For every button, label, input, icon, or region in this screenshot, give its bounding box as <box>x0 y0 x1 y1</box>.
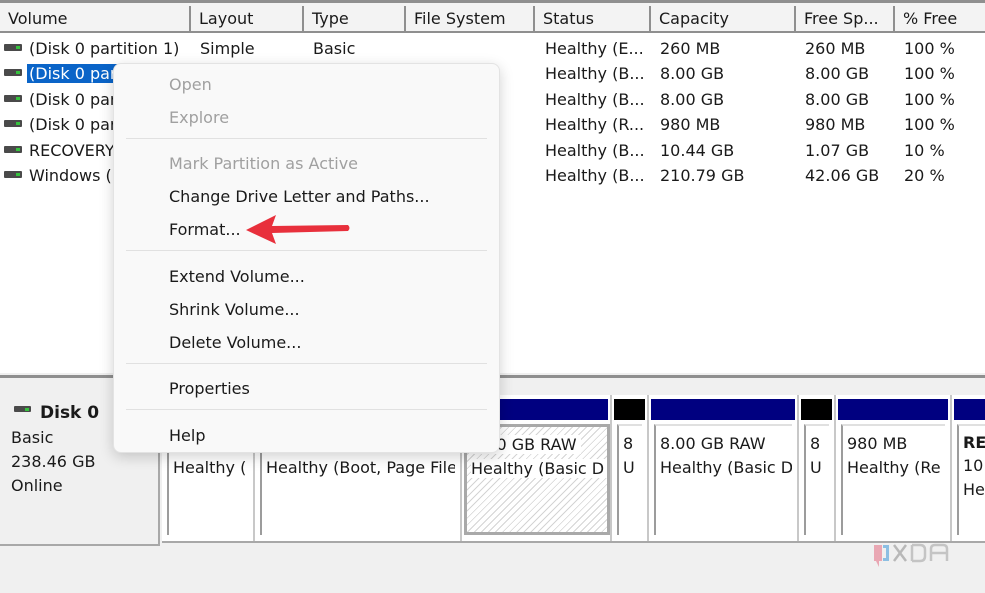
menu-separator <box>126 138 487 139</box>
capacity-cell: 260 MB <box>660 39 721 58</box>
disk-size: 238.46 GB <box>11 452 96 471</box>
partition-status: U <box>810 458 822 477</box>
column-header-volume[interactable]: Volume <box>0 6 191 32</box>
partition-size: 8 <box>810 434 821 453</box>
menu-item-explore[interactable]: Explore <box>114 104 499 132</box>
status-cell: Healthy (B... <box>545 166 645 185</box>
percent-free-cell: 100 % <box>904 64 955 83</box>
status-cell: Healthy (B... <box>545 64 645 83</box>
disk-state: Online <box>11 476 63 495</box>
unallocated-bar <box>801 399 832 420</box>
disk-icon <box>14 406 31 412</box>
percent-free-cell: 100 % <box>904 90 955 109</box>
drive-icon <box>4 95 22 102</box>
partition-status: U <box>623 458 635 477</box>
volume-name: (Disk 0 partition 1) <box>29 39 180 58</box>
percent-free-cell: 100 % <box>904 39 955 58</box>
partition-status: He <box>963 480 985 499</box>
context-menu: Open Explore Mark Partition as Active Ch… <box>113 63 500 453</box>
column-header-status[interactable]: Status <box>535 6 651 32</box>
volume-name: (Disk 0 par <box>29 115 117 134</box>
menu-item-change-drive-letter[interactable]: Change Drive Letter and Paths... <box>114 183 499 211</box>
menu-separator <box>126 250 487 251</box>
drive-icon <box>4 171 22 178</box>
partition-status: Healthy (Re <box>847 458 941 477</box>
unallocated-block[interactable]: 8 U <box>612 395 649 541</box>
status-cell: Healthy (B... <box>545 141 645 160</box>
menu-item-properties[interactable]: Properties <box>114 375 499 403</box>
status-cell: Healthy (E... <box>545 39 644 58</box>
column-header-capacity[interactable]: Capacity <box>651 6 796 32</box>
column-header-type[interactable]: Type <box>304 6 406 32</box>
partition-block[interactable]: 8.00 GB RAW Healthy (Basic D <box>649 395 799 541</box>
partition-block[interactable]: 980 MB Healthy (Re <box>836 395 952 541</box>
xda-watermark-logo <box>874 543 949 567</box>
layout-cell: Simple <box>200 39 255 58</box>
partition-label: RE <box>963 433 985 452</box>
partition-bar <box>954 399 985 420</box>
capacity-cell: 980 MB <box>660 115 721 134</box>
status-cell: Healthy (R... <box>545 115 645 134</box>
partition-size: 980 MB <box>847 434 908 453</box>
drive-icon <box>4 44 22 51</box>
menu-item-extend-volume[interactable]: Extend Volume... <box>114 263 499 291</box>
partition-status: Healthy (Basic D <box>471 459 607 478</box>
capacity-cell: 210.79 GB <box>660 166 745 185</box>
menu-item-mark-active[interactable]: Mark Partition as Active <box>114 150 499 178</box>
partition-block[interactable]: RE 10 He <box>952 395 985 541</box>
percent-free-cell: 100 % <box>904 115 955 134</box>
column-header-free-space[interactable]: Free Sp... <box>796 6 895 32</box>
drive-icon <box>4 146 22 153</box>
free-space-cell: 42.06 GB <box>805 166 880 185</box>
capacity-cell: 8.00 GB <box>660 90 725 109</box>
annotation-arrow-icon <box>246 215 350 244</box>
menu-item-delete-volume[interactable]: Delete Volume... <box>114 329 499 357</box>
menu-item-shrink-volume[interactable]: Shrink Volume... <box>114 296 499 324</box>
free-space-cell: 1.07 GB <box>805 141 870 160</box>
menu-item-open[interactable]: Open <box>114 71 499 99</box>
volume-name: (Disk 0 par <box>29 90 117 109</box>
status-cell: Healthy (B... <box>545 90 645 109</box>
partition-size: 8.00 GB RAW <box>660 434 766 453</box>
partition-bar <box>838 399 948 420</box>
volume-row[interactable]: (Disk 0 partition 1) Simple Basic Health… <box>0 36 985 61</box>
menu-separator <box>126 363 487 364</box>
free-space-cell: 8.00 GB <box>805 64 870 83</box>
column-header-file-system[interactable]: File System <box>406 6 535 32</box>
unallocated-block[interactable]: 8 U <box>799 395 836 541</box>
volume-name: RECOVERY <box>29 141 115 160</box>
percent-free-cell: 20 % <box>904 166 945 185</box>
capacity-cell: 10.44 GB <box>660 141 735 160</box>
partition-status: Healthy (Boot, Page File <box>266 458 455 477</box>
partition-size: 8 <box>623 434 634 453</box>
free-space-cell: 260 MB <box>805 39 866 58</box>
drive-icon <box>4 120 22 127</box>
partition-bar <box>651 399 795 420</box>
unallocated-bar <box>614 399 645 420</box>
column-header-percent-free[interactable]: % Free <box>895 6 985 32</box>
column-header-layout[interactable]: Layout <box>191 6 304 32</box>
menu-separator <box>126 409 487 410</box>
partition-status: Healthy (Basic D <box>660 458 792 477</box>
disk-name: Disk 0 <box>40 403 100 423</box>
free-space-cell: 980 MB <box>805 115 866 134</box>
partition-status: Healthy ( <box>173 458 247 477</box>
percent-free-cell: 10 % <box>904 141 945 160</box>
partition-size: 10 <box>963 456 984 475</box>
volume-name: Windows ( <box>29 166 112 185</box>
type-cell: Basic <box>313 39 356 58</box>
menu-item-help[interactable]: Help <box>114 422 499 450</box>
list-header: Volume Layout Type File System Status Ca… <box>0 0 985 33</box>
capacity-cell: 8.00 GB <box>660 64 725 83</box>
free-space-cell: 8.00 GB <box>805 90 870 109</box>
drive-icon <box>4 69 22 76</box>
